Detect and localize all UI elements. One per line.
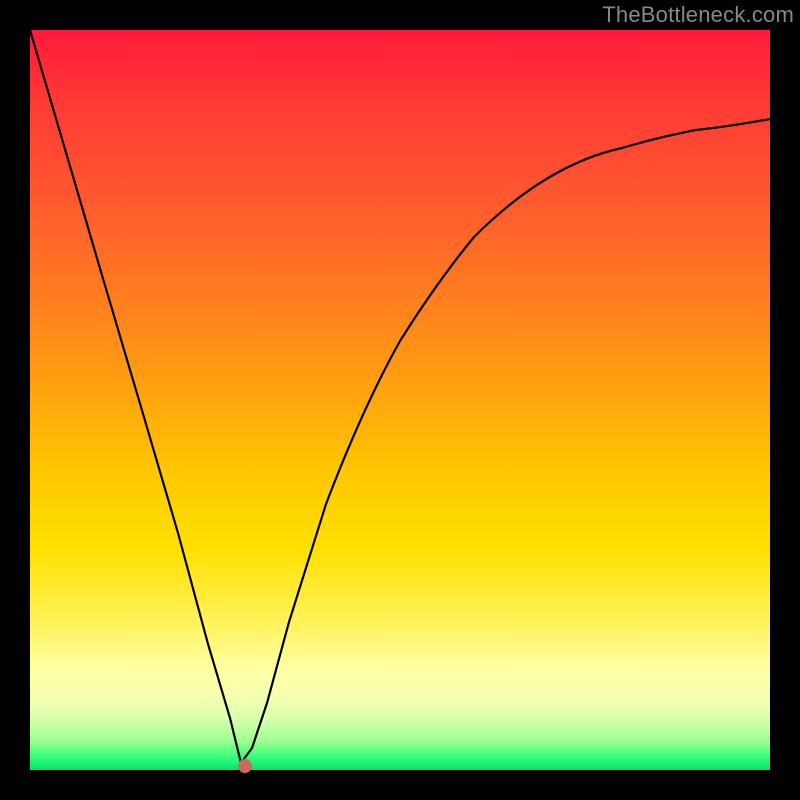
curve-layer (30, 30, 770, 770)
optimal-marker (238, 759, 252, 773)
bottleneck-curve (30, 30, 770, 763)
watermark: TheBottleneck.com (602, 2, 794, 28)
chart-frame: TheBottleneck.com (0, 0, 800, 800)
